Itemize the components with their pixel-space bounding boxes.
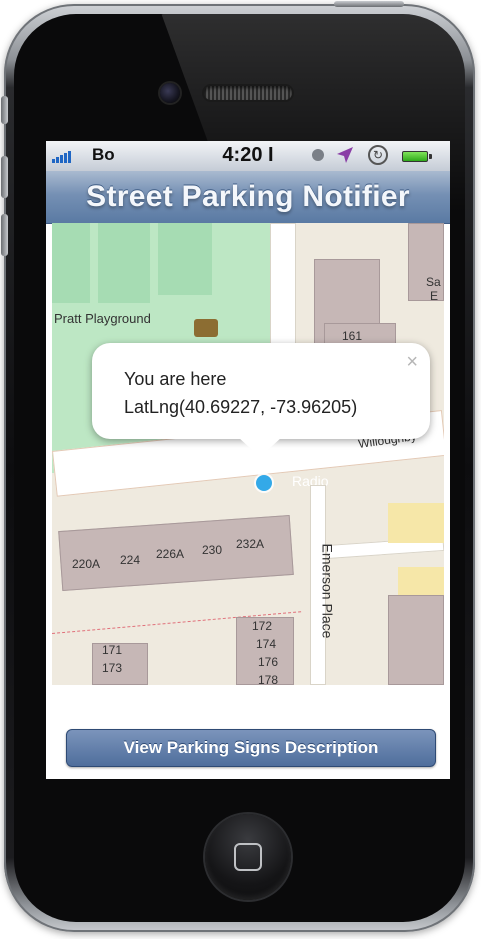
park-field (52, 223, 90, 303)
nav-bar: Street Parking Notifier (46, 171, 450, 224)
map-label: 220A (72, 557, 101, 571)
status-bar: Bo 4:20 I ↻ (46, 141, 450, 171)
battery-icon (402, 151, 432, 162)
popup-title: You are here (124, 369, 227, 389)
view-parking-signs-button[interactable]: View Parking Signs Description (66, 729, 436, 767)
map-label: 171 (102, 643, 123, 657)
current-location-marker[interactable] (256, 475, 272, 491)
status-time: 4:20 I (222, 144, 274, 166)
rotation-lock-icon: ↻ (368, 145, 388, 165)
map-label: 174 (256, 637, 277, 651)
earpiece-speaker (204, 86, 292, 100)
info-popup: × You are here LatLng(40.69227, -73.9620… (92, 343, 430, 457)
map-label: 173 (102, 661, 123, 675)
volume-down-button (1, 214, 8, 256)
map-building (388, 595, 444, 685)
map-label: 232A (236, 537, 265, 551)
restroom-icon (194, 319, 218, 337)
alarm-icon (312, 149, 324, 161)
location-arrow-icon (337, 147, 353, 163)
close-icon[interactable]: × (406, 351, 418, 374)
map-label: 161 (342, 329, 363, 343)
power-button (334, 1, 404, 7)
street-label: Emerson Place (319, 543, 336, 639)
map-zone (388, 503, 444, 543)
mute-switch (1, 96, 8, 124)
map-building (408, 223, 444, 301)
park-field (158, 223, 212, 295)
phone-screen: Bo 4:20 I ↻ Street Parking Notifier Prat… (46, 141, 450, 779)
map-label: 224 (120, 553, 141, 567)
map-label: Pratt Playground (54, 311, 151, 326)
map-label: 176 (258, 655, 279, 669)
popup-coordinates: LatLng(40.69227, -73.96205) (124, 397, 358, 417)
volume-up-button (1, 156, 8, 198)
map-zone (398, 567, 444, 597)
map-label: E (430, 289, 439, 303)
front-camera (160, 83, 180, 103)
map-label: 178 (258, 673, 279, 685)
park-field (98, 223, 150, 303)
map-label: 230 (202, 543, 223, 557)
map-label: Sa (426, 275, 441, 289)
page-title: Street Parking Notifier (86, 180, 410, 213)
home-square-icon (234, 843, 262, 871)
home-button[interactable] (205, 814, 291, 900)
map-label: 172 (252, 619, 273, 633)
map-view[interactable]: Pratt Playground 161 Sa E Willoughby Rad… (52, 223, 444, 685)
map-label: 226A (156, 547, 185, 561)
